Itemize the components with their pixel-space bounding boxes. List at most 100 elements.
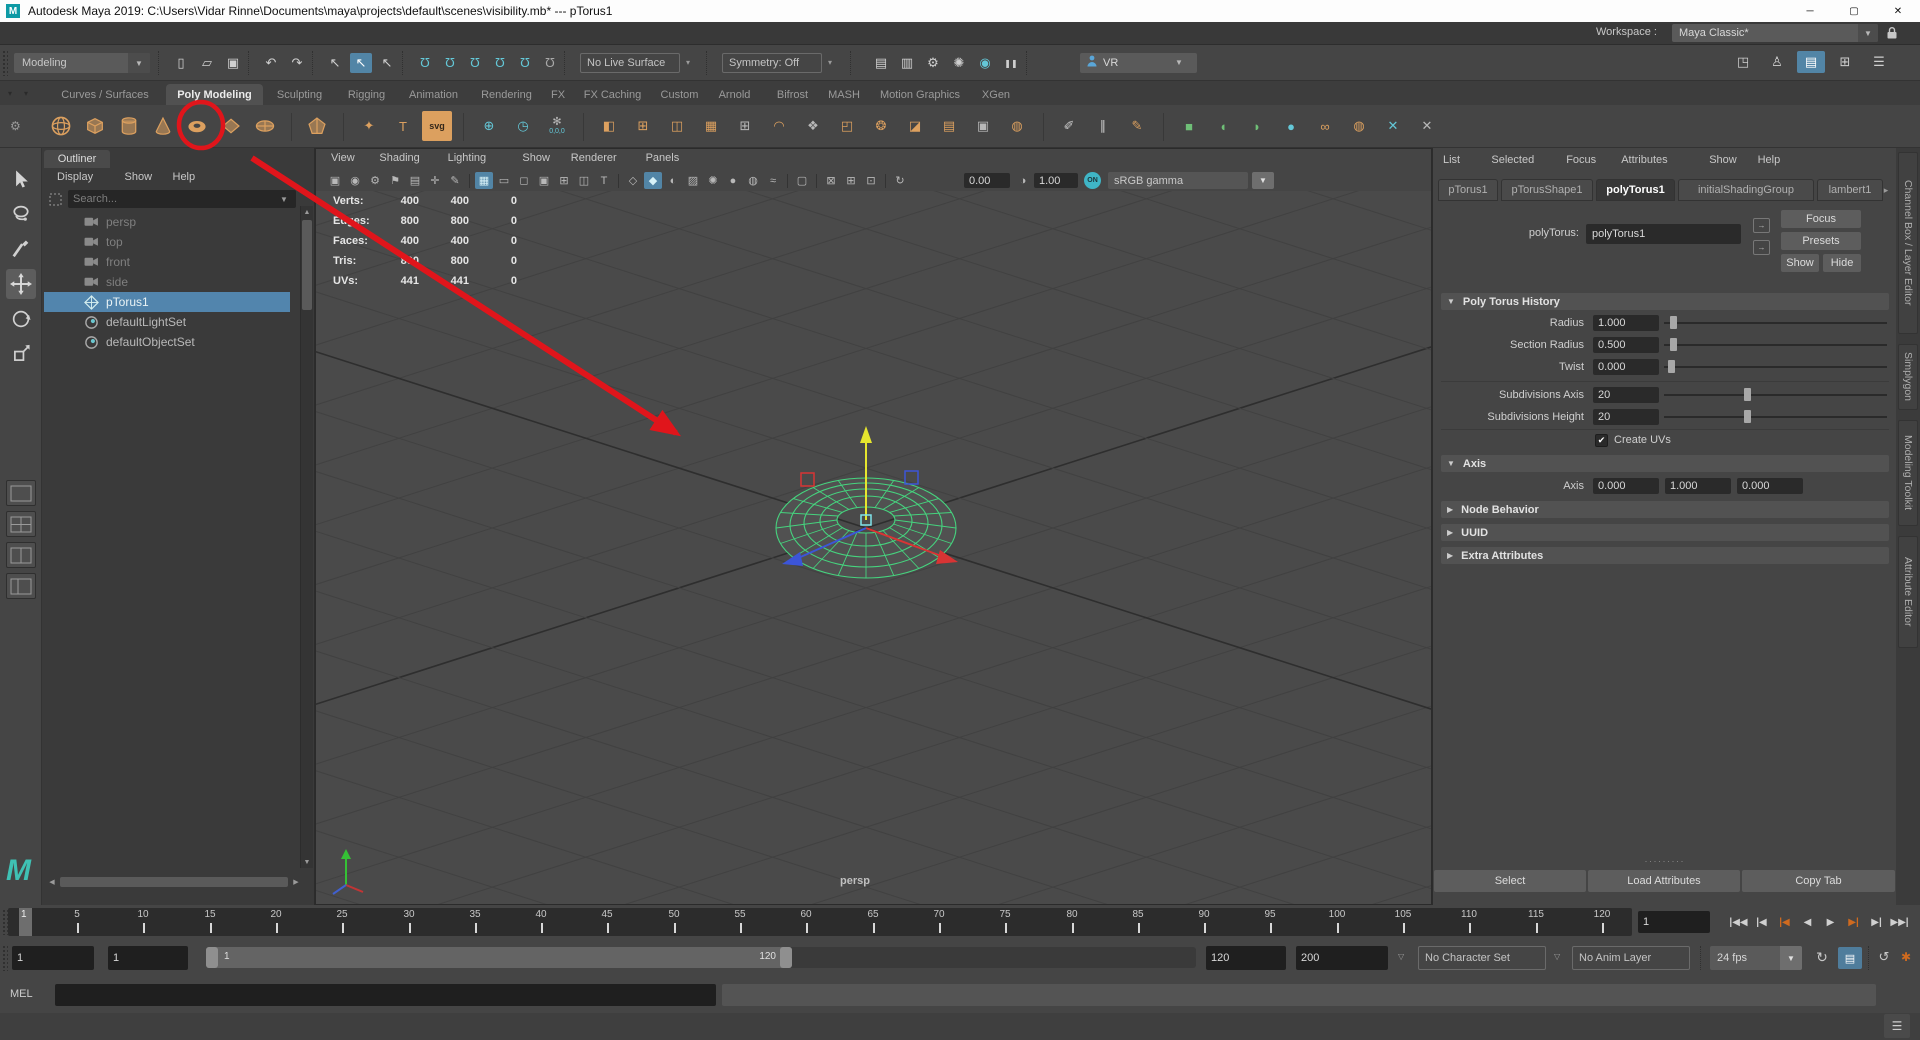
lasso-tool[interactable] <box>6 199 36 229</box>
gamma-icon[interactable]: ◑ <box>1016 173 1030 188</box>
screen-space-ao-icon[interactable]: ◍ <box>744 172 762 189</box>
dock-tab-modeling-toolkit[interactable]: Modeling Toolkit <box>1898 420 1918 526</box>
workspace-lock-icon[interactable] <box>1884 24 1900 42</box>
copy-tab-button[interactable]: Copy Tab <box>1742 870 1895 892</box>
snap-to-point-icon[interactable]: Ω <box>464 53 486 73</box>
viewport-menu-panels[interactable]: Panels <box>646 152 694 168</box>
attr-field-subdivisions-axis[interactable]: 20 <box>1593 387 1659 403</box>
ae-menu-selected[interactable]: Selected <box>1491 154 1552 170</box>
view-transform-dropdown[interactable]: sRGB gamma <box>1108 172 1248 189</box>
type-tool-icon[interactable]: T <box>388 111 418 141</box>
uv-plane-icon[interactable]: ■ <box>1174 111 1204 141</box>
grid-icon[interactable]: ▦ <box>475 172 493 189</box>
hide-button[interactable]: Hide <box>1823 254 1861 272</box>
load-attributes-button[interactable]: Load Attributes <box>1588 870 1740 892</box>
outliner-menu-display[interactable]: Display <box>57 171 111 187</box>
open-render-view-icon[interactable]: ▤ <box>870 53 892 73</box>
safe-action-icon[interactable]: ◫ <box>575 172 593 189</box>
shelf-tab-sculpting[interactable]: Sculpting <box>263 84 336 105</box>
gate-mask-icon[interactable]: ▣ <box>535 172 553 189</box>
color-management-badge[interactable]: ON <box>1084 172 1101 189</box>
ae-tab-ptorus1[interactable]: pTorus1 <box>1438 179 1498 201</box>
dock-tab-channel-box-layer-editor[interactable]: Channel Box / Layer Editor <box>1898 152 1918 334</box>
play-backwards-button[interactable]: ◀ <box>1796 910 1819 934</box>
output-connection-icon[interactable]: → <box>1753 240 1770 255</box>
go-to-end-button[interactable]: ▶▶| <box>1888 910 1911 934</box>
select-tool[interactable] <box>6 164 36 194</box>
create-uvs-checkbox[interactable]: ✔ <box>1595 434 1608 447</box>
resolution-gate-icon[interactable]: ◻ <box>515 172 533 189</box>
new-scene-icon[interactable]: ▯ <box>170 53 192 73</box>
range-end-handle[interactable] <box>780 947 792 968</box>
move-tool[interactable] <box>6 269 36 299</box>
outliner-item-ptorus1[interactable]: pTorus1 <box>42 292 300 312</box>
lattice-cage-icon[interactable]: ▣ <box>968 111 998 141</box>
uv-delete-icon[interactable]: ✕ <box>1412 111 1442 141</box>
animation-end-field[interactable]: 200 <box>1296 946 1388 970</box>
wireframe-icon[interactable]: ◇ <box>624 172 642 189</box>
show-button[interactable]: Show <box>1781 254 1819 272</box>
textured-icon[interactable]: ▨ <box>684 172 702 189</box>
extrude-corner-icon[interactable]: ◰ <box>832 111 862 141</box>
ae-menu-help[interactable]: Help <box>1758 154 1792 170</box>
smooth-shade-all-icon[interactable]: ◆ <box>644 172 662 189</box>
viewport-menu-lighting[interactable]: Lighting <box>448 152 509 168</box>
gear-icon[interactable]: ⚙ <box>10 119 26 135</box>
use-all-lights-icon[interactable]: ✺ <box>704 172 722 189</box>
x-ray-joints-icon[interactable]: ⊞ <box>842 172 860 189</box>
go-to-start-button[interactable]: |◀◀ <box>1727 910 1750 934</box>
rotate-tool[interactable] <box>6 304 36 334</box>
section-header-uuid[interactable]: ▶UUID <box>1441 524 1889 541</box>
modeling-toolkit-toggle-icon[interactable]: ⊞ <box>1831 51 1859 73</box>
dock-tab-attribute-editor[interactable]: Attribute Editor <box>1898 536 1918 648</box>
scroll-up-arrow[interactable]: ▲ <box>301 206 313 218</box>
shadows-icon[interactable]: ● <box>724 172 742 189</box>
super-shape-icon[interactable]: ✦ <box>354 111 384 141</box>
undo-icon[interactable]: ↶ <box>260 53 282 73</box>
attr-field-section-radius[interactable]: 0.500 <box>1593 337 1659 353</box>
shelf-tab-bifrost[interactable]: Bifrost <box>762 84 823 105</box>
wireframe-on-shaded-icon[interactable]: ◐ <box>664 172 682 189</box>
two-d-pan-zoom-icon[interactable]: ✛ <box>426 172 444 189</box>
ae-menu-attributes[interactable]: Attributes <box>1621 154 1695 170</box>
axis-field-2[interactable]: 0.000 <box>1737 478 1803 494</box>
project-curve-icon[interactable]: ❂ <box>866 111 896 141</box>
time-editor-button[interactable]: ▤ <box>1838 947 1862 969</box>
anim-layer-menu-icon[interactable]: ▽ <box>1554 952 1568 964</box>
outliner-menu-help[interactable]: Help <box>173 171 207 187</box>
slider-track[interactable] <box>1664 416 1887 418</box>
boolean-icon[interactable]: ◧ <box>594 111 624 141</box>
script-editor-button[interactable]: ☰ <box>1884 1014 1910 1038</box>
poly-plane-icon[interactable] <box>216 111 246 141</box>
outliner-item-top[interactable]: top <box>42 232 300 252</box>
construction-aid-icon[interactable]: ⊕ <box>474 111 504 141</box>
isolate-select-icon[interactable]: ▢ <box>793 172 811 189</box>
spread-icon[interactable]: ❖ <box>798 111 828 141</box>
pose-editor-icon[interactable]: ♙ <box>1763 51 1791 73</box>
range-start-handle[interactable] <box>206 947 218 968</box>
motion-blur-icon[interactable]: ≈ <box>764 172 782 189</box>
section-header-axis[interactable]: ▼Axis <box>1441 455 1889 472</box>
select-camera-icon[interactable]: ▣ <box>326 172 344 189</box>
step-forward-key-button[interactable]: ▶| <box>1842 910 1865 934</box>
fill-hole-icon[interactable]: ▦ <box>696 111 726 141</box>
slider-handle[interactable] <box>1744 388 1751 401</box>
open-scene-icon[interactable]: ▱ <box>196 53 218 73</box>
snap-to-projected-center-icon[interactable]: Ω <box>489 53 511 73</box>
chevron-down-icon[interactable]: ▼ <box>280 195 292 205</box>
zero-transform-icon[interactable]: ✻0,0,0 <box>542 111 572 141</box>
safe-title-icon[interactable]: T <box>595 172 613 189</box>
shelf-tab-custom[interactable]: Custom <box>652 84 707 105</box>
close-button[interactable]: ✕ <box>1876 0 1920 22</box>
marquee-select-icon[interactable] <box>49 193 62 206</box>
section-header-poly-torus-history[interactable]: ▼Poly Torus History <box>1441 293 1889 310</box>
fps-dropdown[interactable]: 24 fps▼ <box>1710 946 1802 970</box>
ae-menu-focus[interactable]: Focus <box>1566 154 1607 170</box>
workspace-dropdown[interactable]: Maya Classic* ▼ <box>1672 24 1878 42</box>
x-ray-icon[interactable]: ⊠ <box>822 172 840 189</box>
scale-tool[interactable] <box>6 339 36 369</box>
viewport-canvas[interactable]: Verts:4004000Edges:8008000Faces:4004000T… <box>316 191 1431 904</box>
paint-selection-tool[interactable] <box>6 234 36 264</box>
viewport-menu-shading[interactable]: Shading <box>379 152 433 168</box>
step-forward-frame-button[interactable]: ▶| <box>1865 910 1888 934</box>
